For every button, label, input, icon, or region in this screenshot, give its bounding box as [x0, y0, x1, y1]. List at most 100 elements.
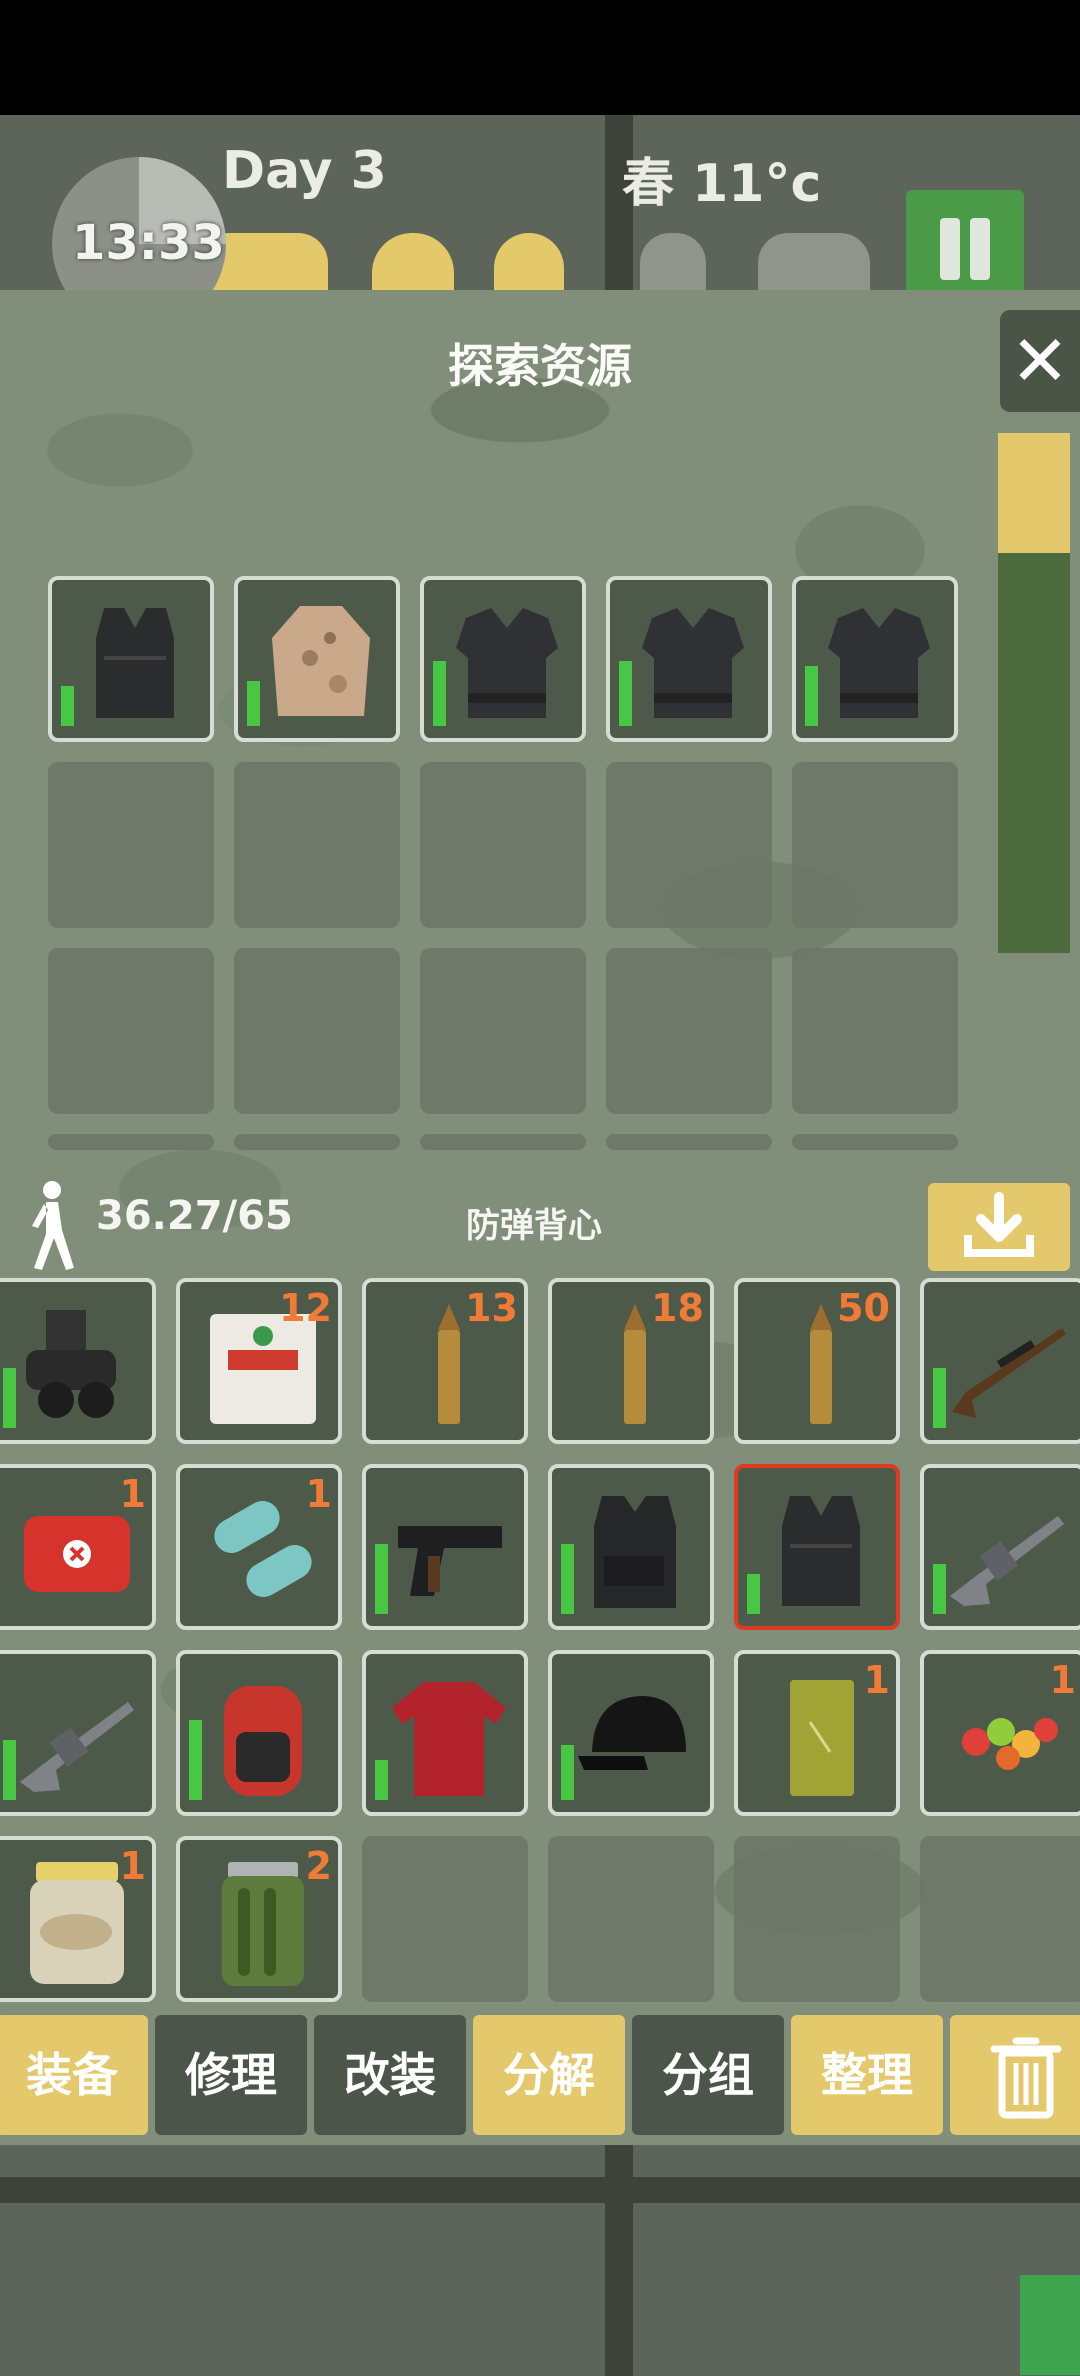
item-quantity: 1 — [1049, 1658, 1076, 1702]
heavy-armor-vest-icon — [642, 608, 744, 718]
backpack-slot-snack-pack[interactable]: 1 — [734, 1650, 900, 1816]
backpack-slot-red-backpack[interactable] — [176, 1650, 342, 1816]
selected-item-name: 防弹背心 — [466, 1206, 602, 1246]
trash-icon — [990, 2037, 1062, 2119]
carry-weight: 36.27/65 — [96, 1193, 293, 1239]
item-quantity: 1 — [119, 1472, 146, 1516]
loot-slot-empty[interactable] — [48, 1134, 214, 1150]
black-cap-icon — [578, 1696, 686, 1770]
loot-slot-empty[interactable] — [420, 762, 586, 928]
durability-bar — [3, 1740, 16, 1800]
backpack-slot-pickle-jar[interactable]: 2 — [176, 1836, 342, 2002]
explore-resources-panel: 探索资源 ✕ 36.27/65 防弹背心 12 13 18 50 1 1 1 1 1 2 装备 修理… — [0, 290, 1080, 2145]
loot-slot-empty[interactable] — [606, 1134, 772, 1150]
loot-slot-heavy-armor-vest[interactable] — [792, 576, 958, 742]
health-icon — [640, 233, 706, 295]
scrollbar-thumb[interactable] — [998, 433, 1070, 553]
loot-slot-body-armor-vest[interactable] — [48, 576, 214, 742]
backpack-slot-first-aid-kit[interactable]: 1 — [0, 1464, 156, 1630]
backpack-slot-capsules[interactable]: 1 — [176, 1464, 342, 1630]
durability-bar — [247, 681, 260, 726]
item-quantity: 1 — [119, 1844, 146, 1888]
item-quantity: 18 — [651, 1286, 704, 1330]
loot-slot-empty[interactable] — [234, 1134, 400, 1150]
action-button-5[interactable]: 整理 — [791, 2015, 943, 2135]
item-quantity: 50 — [837, 1286, 890, 1330]
backpack-slot-empty[interactable] — [734, 1836, 900, 2002]
red-sweater-icon — [392, 1682, 506, 1796]
mood-icon — [758, 233, 870, 295]
loot-slot-camo-jacket[interactable] — [234, 576, 400, 742]
loot-slot-empty[interactable] — [792, 762, 958, 928]
camo-jacket-icon — [272, 606, 370, 716]
heavy-armor-vest-icon — [456, 608, 558, 718]
action-button-4[interactable]: 分组 — [632, 2015, 784, 2135]
item-quantity: 1 — [863, 1658, 890, 1702]
durability-bar — [747, 1574, 760, 1614]
backpack-slot-rifle-ammo[interactable]: 50 — [734, 1278, 900, 1444]
pause-button[interactable] — [906, 190, 1024, 295]
season-temperature: 春 11°c — [622, 154, 822, 214]
action-button-0[interactable]: 装备 — [0, 2015, 148, 2135]
loot-slot-empty[interactable] — [48, 948, 214, 1114]
backpack-slot-empty[interactable] — [362, 1836, 528, 2002]
walking-person-icon — [32, 1181, 74, 1270]
backpack-slot-compressed-biscuit[interactable]: 12 — [176, 1278, 342, 1444]
assault-rifle-icon — [950, 1516, 1064, 1606]
backpack-slot-pistol[interactable] — [362, 1464, 528, 1630]
durability-bar — [805, 666, 818, 726]
durability-bar — [375, 1544, 388, 1614]
durability-bar — [61, 686, 74, 726]
backpack-slot-red-sweater[interactable] — [362, 1650, 528, 1816]
backpack-slot-assault-rifle[interactable] — [0, 1650, 156, 1816]
loot-slot-empty[interactable] — [792, 948, 958, 1114]
backpack-slot-night-vision-goggles[interactable] — [0, 1278, 156, 1444]
heavy-armor-vest-icon — [828, 608, 930, 718]
backpack-slot-assault-rifle[interactable] — [920, 1464, 1080, 1630]
backpack-slot-empty[interactable] — [920, 1836, 1080, 2002]
backpack-slot-preserved-food-jar[interactable]: 1 — [0, 1836, 156, 2002]
map-road — [0, 2177, 1080, 2203]
pistol-icon — [398, 1526, 502, 1596]
loot-slot-empty[interactable] — [234, 762, 400, 928]
backpack-slot-rifle-ammo[interactable]: 13 — [362, 1278, 528, 1444]
download-icon — [964, 1192, 1034, 1257]
backpack-slot-empty[interactable] — [548, 1836, 714, 2002]
close-button[interactable]: ✕ — [1000, 310, 1080, 412]
water-icon — [372, 233, 454, 295]
sniper-rifle-icon — [952, 1328, 1066, 1418]
loot-slot-empty[interactable] — [48, 762, 214, 928]
durability-bar — [933, 1564, 946, 1614]
item-quantity: 1 — [305, 1472, 332, 1516]
backpack-slot-body-armor-vest[interactable] — [734, 1464, 900, 1630]
take-all-button[interactable] — [928, 1183, 1070, 1271]
item-quantity: 13 — [465, 1286, 518, 1330]
action-button-1[interactable]: 修理 — [155, 2015, 307, 2135]
backpack-slot-black-cap[interactable] — [548, 1650, 714, 1816]
loot-slot-heavy-armor-vest[interactable] — [606, 576, 772, 742]
durability-bar — [561, 1544, 574, 1614]
loot-slot-empty[interactable] — [420, 1134, 586, 1150]
action-button-3[interactable]: 分解 — [473, 2015, 625, 2135]
status-bar — [0, 0, 1080, 115]
loot-slot-empty[interactable] — [606, 948, 772, 1114]
loot-slot-empty[interactable] — [234, 948, 400, 1114]
clock-time: 13:33 — [72, 215, 225, 271]
item-quantity: 2 — [305, 1844, 332, 1888]
loot-slot-heavy-armor-vest[interactable] — [420, 576, 586, 742]
backpack-slot-tactical-vest[interactable] — [548, 1464, 714, 1630]
item-quantity: 12 — [279, 1286, 332, 1330]
delete-button[interactable] — [950, 2015, 1080, 2135]
backpack-slot-rifle-ammo[interactable]: 18 — [548, 1278, 714, 1444]
action-button-2[interactable]: 改装 — [314, 2015, 466, 2135]
night-vision-goggles-icon — [26, 1310, 116, 1418]
body-armor-vest-icon — [782, 1496, 860, 1606]
bottom-map — [0, 2145, 1080, 2376]
loot-slot-empty[interactable] — [420, 948, 586, 1114]
loot-slot-empty[interactable] — [792, 1134, 958, 1150]
tactical-vest-icon — [594, 1496, 676, 1608]
backpack-slot-gummy-candy[interactable]: 1 — [920, 1650, 1080, 1816]
loot-slot-empty[interactable] — [606, 762, 772, 928]
backpack-slot-sniper-rifle[interactable] — [920, 1278, 1080, 1444]
durability-bar — [189, 1720, 202, 1800]
